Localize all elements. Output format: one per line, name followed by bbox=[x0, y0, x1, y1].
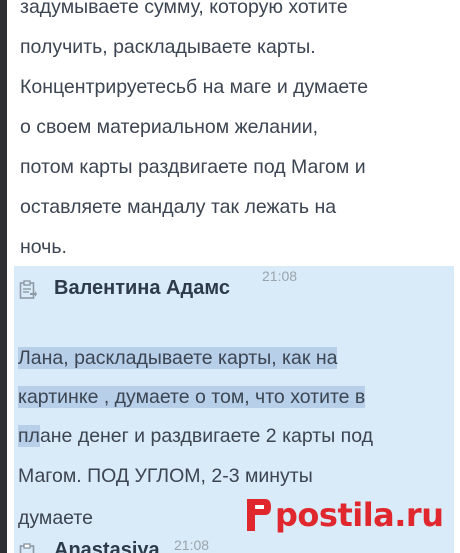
highlighted-text: пл bbox=[18, 425, 40, 447]
highlighted-text: Лана, раскладываете карты, как на bbox=[18, 347, 338, 369]
postila-logo-icon bbox=[243, 495, 273, 535]
message-line: Лана, раскладываете карты, как на bbox=[18, 340, 338, 376]
clipboard-icon bbox=[19, 543, 37, 553]
highlighted-text: картинке , думаете о том, что хотите в bbox=[18, 386, 366, 408]
message-line: ночь. bbox=[20, 236, 67, 258]
message-line: задумываете сумму, которую хотите bbox=[20, 0, 348, 18]
message-author[interactable]: Anastasiya bbox=[54, 539, 160, 553]
left-edge-strip bbox=[0, 0, 7, 553]
clipboard-icon bbox=[19, 280, 37, 300]
plain-text: ане денег и раздвигаете 2 карты под bbox=[39, 425, 374, 447]
message-author[interactable]: Валентина Адамс bbox=[54, 277, 230, 300]
message-line: оставляете мандалу так лежать на bbox=[20, 196, 337, 218]
watermark-text: postila.ru bbox=[275, 496, 444, 534]
message-line: получить, раскладываете карты. bbox=[20, 36, 316, 58]
message-line: потом карты раздвигаете под Магом и bbox=[20, 156, 366, 178]
message-line: о своем материальном желании, bbox=[20, 116, 319, 138]
message-line: думаете bbox=[18, 507, 93, 529]
message-timestamp: 21:08 bbox=[262, 268, 298, 284]
message-line: плане денег и раздвигаете 2 карты под bbox=[18, 418, 373, 454]
message-line: Концентрируетесьб на маге и думаете bbox=[20, 76, 369, 98]
message-line: картинке , думаете о том, что хотите в bbox=[18, 379, 366, 415]
message-timestamp: 21:08 bbox=[174, 537, 210, 553]
postila-watermark: postila.ru bbox=[243, 485, 444, 545]
